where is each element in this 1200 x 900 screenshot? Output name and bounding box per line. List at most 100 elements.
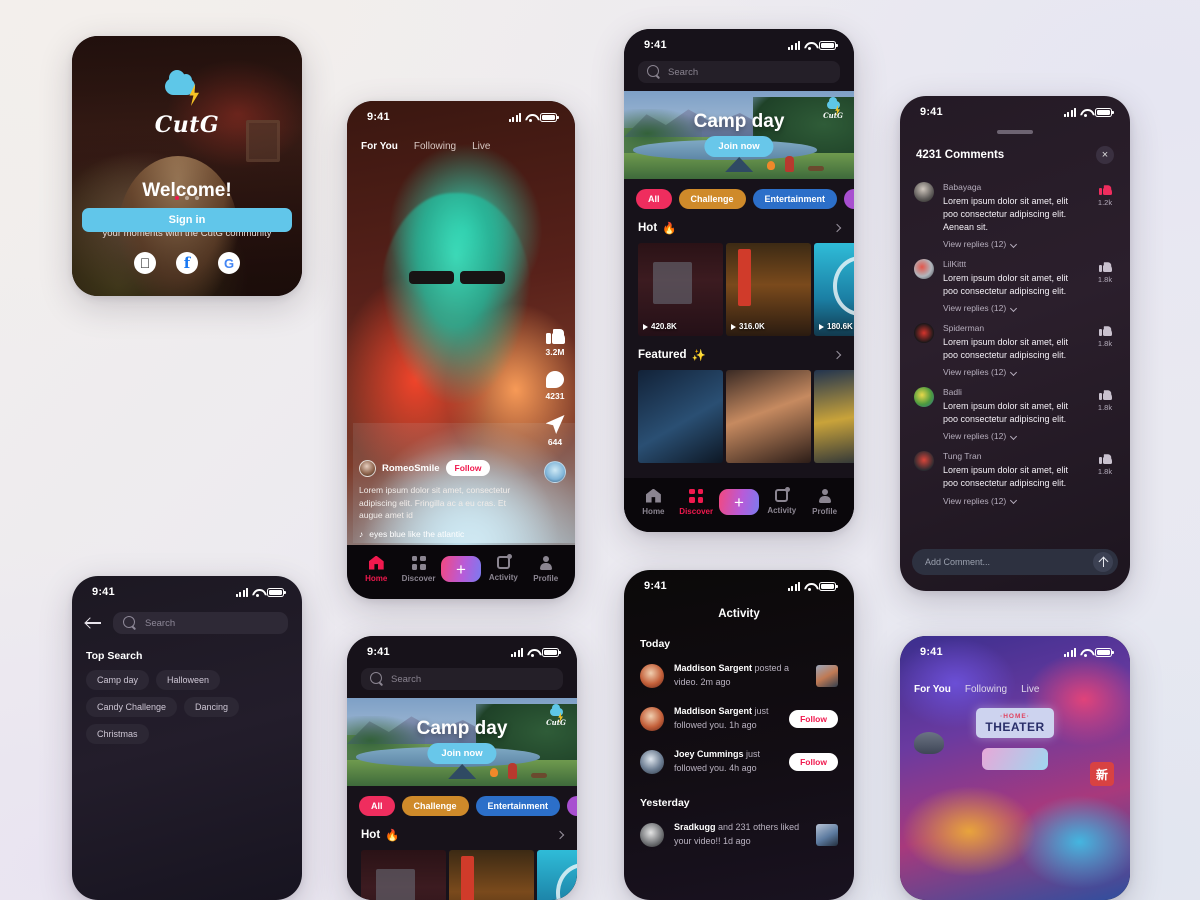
activity-user[interactable]: Sradkugg (674, 822, 716, 832)
video-card[interactable] (814, 370, 854, 463)
view-replies-button[interactable]: View replies (12) (943, 239, 1085, 249)
activity-user[interactable]: Maddison Sargent (674, 706, 752, 716)
activity-thumbnail[interactable] (816, 823, 838, 846)
view-replies-button[interactable]: View replies (12) (943, 367, 1085, 377)
search-input[interactable]: Search (638, 61, 840, 83)
comment-like-button[interactable]: 1.2k (1094, 182, 1116, 249)
activity-item[interactable]: Sradkugg and 231 others liked your video… (624, 813, 854, 856)
close-icon[interactable]: × (1096, 146, 1114, 164)
music-disc-avatar[interactable] (544, 461, 566, 483)
follow-button[interactable]: Follow (445, 460, 491, 477)
tab-following[interactable]: Following (414, 141, 456, 152)
avatar[interactable] (914, 259, 934, 280)
chip-dance[interactable]: Dance (844, 189, 854, 209)
video-card[interactable] (361, 850, 446, 900)
tag-christmas[interactable]: Christmas (86, 724, 149, 744)
view-replies-button[interactable]: View replies (12) (943, 431, 1085, 441)
search-input[interactable]: Search (361, 668, 563, 690)
feed-username[interactable]: RomeoSmile (382, 463, 440, 474)
share-button[interactable]: 644 (545, 415, 565, 447)
comment-like-button[interactable]: 1.8k (1094, 259, 1116, 313)
comment-like-button[interactable]: 1.8k (1094, 387, 1116, 441)
chip-all[interactable]: All (359, 796, 395, 816)
view-replies-button[interactable]: View replies (12) (943, 303, 1085, 313)
tab-discover[interactable]: Discover (677, 488, 716, 516)
promo-banner[interactable]: CutG Camp day Join now (347, 698, 577, 786)
video-card[interactable]: 316.0K (726, 243, 811, 336)
avatar[interactable] (914, 323, 934, 344)
avatar[interactable] (640, 706, 664, 731)
activity-user[interactable]: Maddison Sargent (674, 663, 752, 673)
comment-author[interactable]: LilKittt (943, 259, 1085, 269)
comment-author[interactable]: Tung Tran (943, 451, 1085, 461)
follow-button[interactable]: Follow (789, 709, 838, 728)
chevron-right-icon[interactable] (832, 350, 842, 360)
comment-like-button[interactable]: 1.8k (1094, 323, 1116, 377)
comment-author[interactable]: Babayaga (943, 182, 1085, 192)
feed-music-row[interactable]: ♪ eyes blue like the atlantic (359, 529, 521, 539)
tab-create[interactable]: + (719, 489, 759, 515)
join-now-button[interactable]: Join now (427, 743, 497, 764)
back-arrow-icon[interactable] (86, 617, 101, 629)
activity-item[interactable]: Joey Cummings just followed you. 4h ago … (624, 740, 854, 783)
tab-home[interactable]: Home (634, 488, 673, 516)
onboarding-dots[interactable] (175, 196, 199, 200)
tab-home[interactable]: Home (357, 555, 395, 583)
tab-activity[interactable]: Activity (763, 487, 802, 515)
add-comment-input[interactable]: Add Comment... (912, 549, 1118, 575)
tab-following[interactable]: Following (965, 684, 1007, 695)
chip-challenge[interactable]: Challenge (678, 189, 746, 209)
tab-activity[interactable]: Activity (484, 554, 522, 582)
avatar[interactable] (640, 822, 664, 847)
view-replies-button[interactable]: View replies (12) (943, 496, 1085, 506)
video-card[interactable]: 180.6K (814, 243, 854, 336)
video-card[interactable] (726, 370, 811, 463)
avatar[interactable] (914, 451, 934, 472)
tag-dancing[interactable]: Dancing (184, 697, 240, 717)
avatar[interactable] (914, 182, 934, 202)
avatar[interactable] (359, 459, 376, 477)
video-card[interactable]: 420.8K (638, 243, 723, 336)
chip-entertainment[interactable]: Entertainment (752, 189, 838, 209)
chip-entertainment[interactable]: Entertainment (475, 796, 561, 816)
comment-author[interactable]: Badli (943, 387, 1085, 397)
chip-dance[interactable]: Dance (567, 796, 577, 816)
facebook-icon[interactable]: f (176, 252, 198, 274)
tab-for-you[interactable]: For You (361, 141, 398, 152)
send-comment-button[interactable] (1093, 552, 1113, 572)
like-button[interactable]: 3.2M (545, 325, 565, 357)
tab-create[interactable]: + (440, 556, 481, 582)
video-card[interactable] (537, 850, 577, 900)
tab-for-you[interactable]: For You (914, 684, 951, 695)
tag-halloween[interactable]: Halloween (156, 670, 221, 690)
tab-live[interactable]: Live (472, 141, 490, 152)
comment-button[interactable]: 4231 (546, 371, 564, 401)
chip-challenge[interactable]: Challenge (401, 796, 469, 816)
avatar[interactable] (640, 663, 664, 688)
chip-all[interactable]: All (636, 189, 672, 209)
video-card[interactable] (638, 370, 723, 463)
sign-in-button[interactable]: Sign in (82, 208, 292, 232)
avatar[interactable] (914, 387, 934, 408)
chevron-right-icon[interactable] (832, 223, 842, 233)
search-input[interactable]: Search (113, 612, 288, 634)
tab-profile[interactable]: Profile (805, 488, 844, 516)
tag-camp-day[interactable]: Camp day (86, 670, 150, 690)
comment-like-button[interactable]: 1.8k (1094, 451, 1116, 505)
video-card[interactable] (449, 850, 534, 900)
follow-button[interactable]: Follow (789, 752, 838, 771)
google-icon[interactable]: G (218, 252, 240, 274)
join-now-button[interactable]: Join now (704, 136, 774, 157)
activity-user[interactable]: Joey Cummings (674, 749, 744, 759)
activity-item[interactable]: Maddison Sargent just followed you. 1h a… (624, 697, 854, 740)
activity-thumbnail[interactable] (816, 664, 838, 687)
comment-author[interactable]: Spiderman (943, 323, 1085, 333)
activity-item[interactable]: Maddison Sargent posted a video. 2m ago (624, 654, 854, 697)
promo-banner[interactable]: CutG Camp day Join now (624, 91, 854, 179)
tab-discover[interactable]: Discover (400, 555, 438, 583)
chevron-right-icon[interactable] (555, 830, 565, 840)
tab-live[interactable]: Live (1021, 684, 1039, 695)
tab-profile[interactable]: Profile (527, 555, 565, 583)
avatar[interactable] (640, 749, 664, 774)
apple-icon[interactable]:  (134, 252, 156, 274)
